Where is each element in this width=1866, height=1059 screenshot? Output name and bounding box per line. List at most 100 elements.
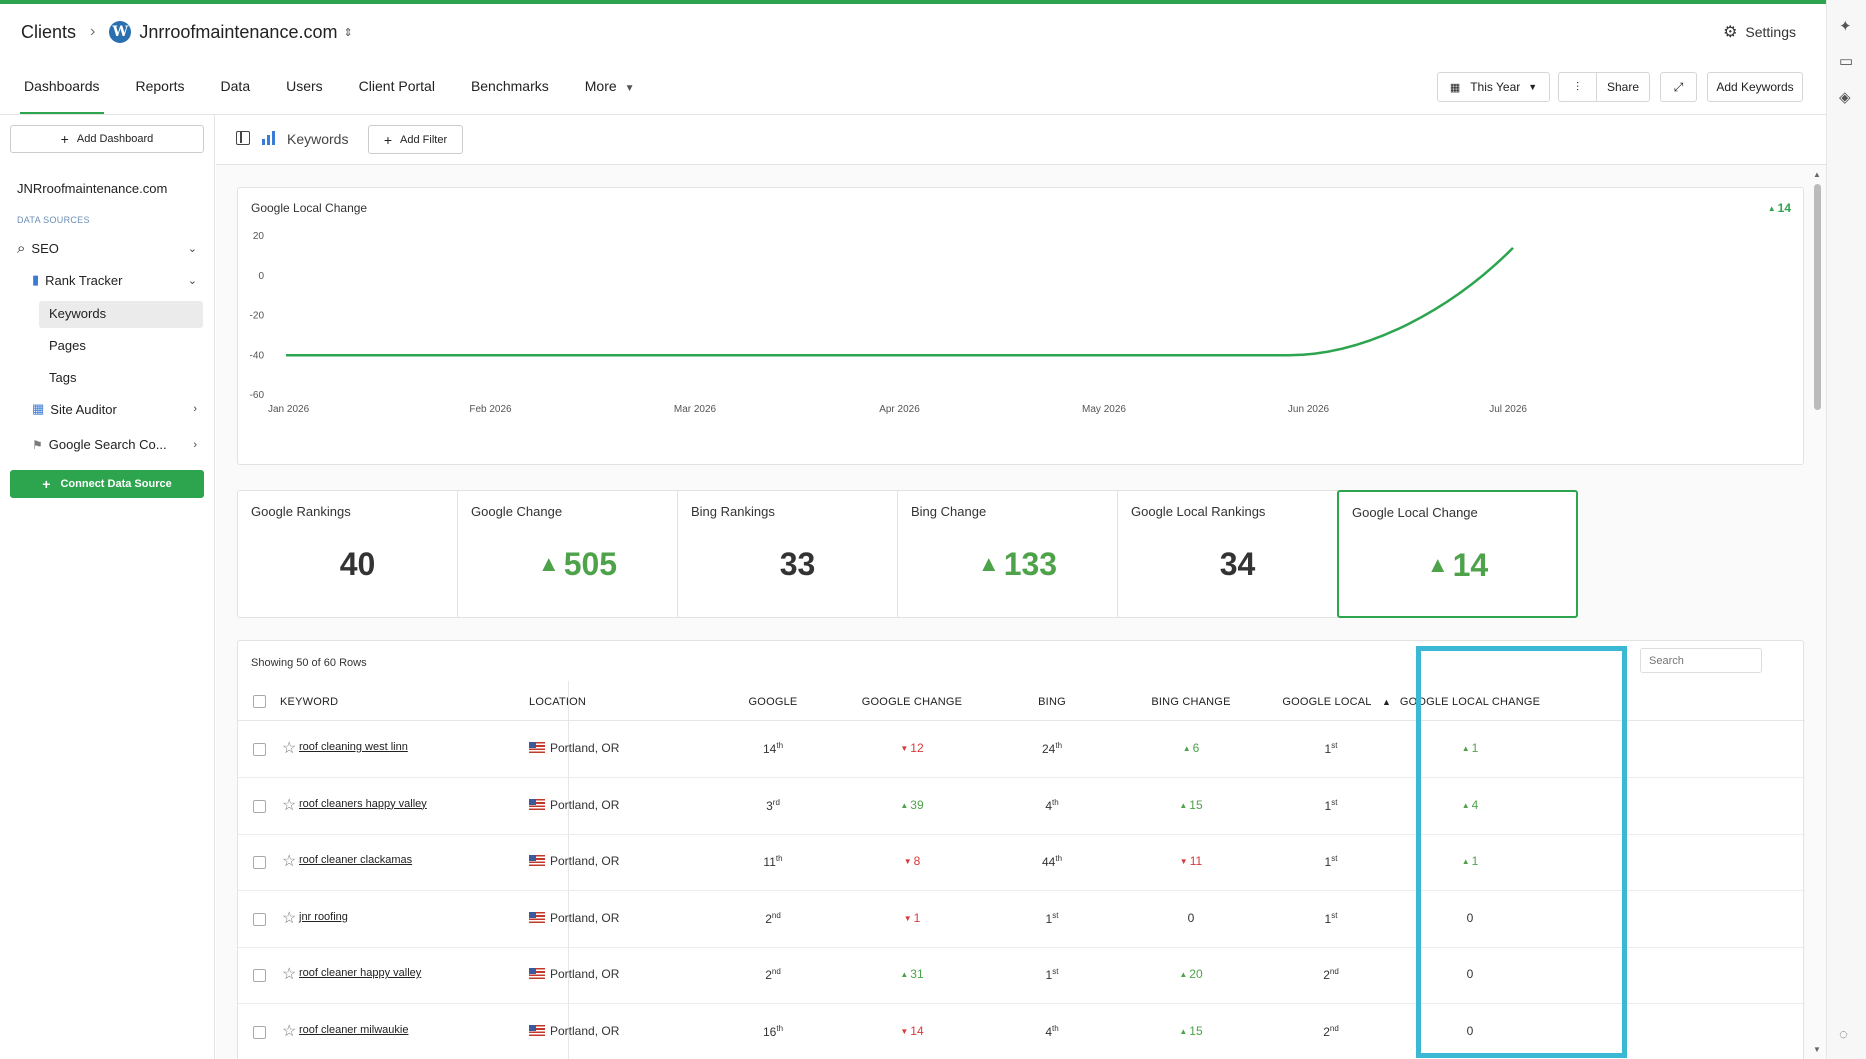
date-range-button[interactable]: ▦ This Year ▼ — [1437, 72, 1550, 102]
star-icon[interactable]: ☆ — [282, 738, 296, 758]
google-local-rank-suffix: nd — [1329, 1023, 1339, 1033]
row-checkbox[interactable] — [253, 912, 266, 926]
star-icon[interactable]: ☆ — [282, 1021, 296, 1041]
tab-client-portal[interactable]: Client Portal — [359, 68, 435, 116]
sort-asc-icon[interactable]: ▲ — [1382, 697, 1391, 707]
sliders-icon[interactable]: ⫶ — [1559, 73, 1597, 101]
th-bing[interactable]: BING — [1038, 696, 1066, 708]
row-checkbox[interactable] — [253, 743, 266, 756]
stat-card[interactable]: Google Local Rankings 34 — [1117, 490, 1358, 618]
sidebar-item-tags[interactable]: Tags — [49, 370, 76, 385]
th-google-local[interactable]: GOOGLE LOCAL — [1282, 696, 1371, 708]
star-icon[interactable]: ☆ — [282, 908, 296, 928]
table-row[interactable]: ☆ jnr roofing Portland, OR 2nd ▼ 1 1st 0 1st 0 — [238, 892, 1805, 948]
us-flag-icon — [529, 742, 545, 753]
sidebar-item-rank-tracker[interactable]: ▮ Rank Tracker ⌄ — [32, 272, 215, 288]
updown-chevron-icon[interactable]: ⇕ — [343, 26, 352, 39]
google-rank-value: 11 — [763, 855, 776, 869]
row-checkbox[interactable] — [253, 856, 266, 869]
table-row[interactable]: ☆ roof cleaner clackamas Portland, OR 11th ▼… — [238, 835, 1805, 891]
sidebar-toggle-icon[interactable] — [236, 131, 250, 145]
breadcrumb-clients[interactable]: Clients — [21, 22, 76, 43]
calendar-icon: ▦ — [32, 401, 45, 416]
sparkle-icon[interactable]: ✦ — [1839, 17, 1852, 35]
stat-card[interactable]: Google Rankings 40 — [237, 490, 478, 618]
th-google-local-change[interactable]: GOOGLE LOCAL CHANGE — [1400, 696, 1540, 708]
sidebar-site-name[interactable]: JNRroofmaintenance.com — [17, 181, 167, 196]
table-row[interactable]: ☆ roof cleaning west linn Portland, OR 14th… — [238, 722, 1805, 778]
chevron-right-icon: › — [193, 438, 197, 451]
location-text: Portland, OR — [550, 1023, 620, 1038]
select-all-checkbox[interactable] — [253, 695, 266, 708]
sidebar-item-google-search-console[interactable]: ⚑ Google Search Co... › — [32, 437, 215, 452]
keyword-link[interactable]: roof cleaning west linn — [299, 741, 408, 753]
share-button[interactable]: Share — [1597, 80, 1649, 94]
search-icon: ⌕ — [17, 240, 26, 257]
chevron-right-icon: › — [90, 23, 96, 40]
row-checkbox[interactable] — [253, 969, 266, 982]
page-title: Keywords — [287, 131, 349, 147]
keyword-link[interactable]: roof cleaner happy valley — [299, 967, 421, 979]
down-triangle-icon: ▼ — [900, 1026, 909, 1036]
google-rank: 14th — [763, 741, 783, 756]
th-bing-change[interactable]: BING CHANGE — [1151, 696, 1230, 708]
keyword-link[interactable]: roof cleaner clackamas — [299, 854, 412, 866]
keyword-link[interactable]: roof cleaner milwaukie — [299, 1024, 408, 1036]
tab-dashboards[interactable]: Dashboards — [20, 68, 103, 116]
tab-benchmarks[interactable]: Benchmarks — [471, 68, 549, 116]
stat-card[interactable]: Bing Change ▲ 133 — [897, 490, 1138, 618]
add-dashboard-button[interactable]: + Add Dashboard — [10, 125, 204, 153]
keyword-link[interactable]: roof cleaners happy valley — [299, 798, 427, 810]
site-selector[interactable]: Jnrroofmaintenance.com — [139, 22, 337, 43]
fullscreen-button[interactable]: ⤢ — [1660, 72, 1697, 102]
table-row[interactable]: ☆ roof cleaner milwaukie Portland, OR 16th ▼… — [238, 1005, 1805, 1059]
tab-reports[interactable]: Reports — [136, 68, 185, 116]
bing-rank: 4th — [1045, 1024, 1058, 1039]
row-checkbox[interactable] — [253, 799, 266, 813]
scroll-up-icon[interactable]: ▲ — [1813, 170, 1821, 179]
google-local-change-value: 1 — [1471, 854, 1479, 868]
location-cell: Portland, OR — [529, 798, 619, 812]
help-icon[interactable]: ◌ — [1839, 1026, 1848, 1043]
star-icon[interactable]: ☆ — [282, 795, 296, 815]
bing-rank-value: 4 — [1045, 1024, 1053, 1039]
table-row[interactable]: ☆ roof cleaner happy valley Portland, OR 2n… — [238, 948, 1805, 1004]
sidebar-item-keywords[interactable]: Keywords — [49, 306, 106, 321]
tab-more[interactable]: More ▼ — [585, 68, 635, 116]
tab-data[interactable]: Data — [221, 68, 251, 116]
th-location[interactable]: LOCATION — [529, 696, 586, 708]
th-google-change[interactable]: GOOGLE CHANGE — [862, 696, 962, 708]
stat-number: 40 — [339, 546, 376, 582]
tab-users[interactable]: Users — [286, 68, 323, 116]
connect-data-source-button[interactable]: + Connect Data Source — [10, 470, 204, 498]
stat-card[interactable]: Bing Rankings 33 — [677, 490, 918, 618]
scroll-thumb[interactable] — [1814, 184, 1821, 410]
location-cell: Portland, OR — [529, 854, 619, 868]
row-checkbox[interactable] — [253, 1025, 266, 1039]
y-tick-label: -20 — [250, 311, 265, 322]
inbox-icon[interactable]: ▭ — [1839, 52, 1853, 70]
scroll-down-icon[interactable]: ▼ — [1813, 1045, 1821, 1054]
layers-icon[interactable]: ◈ — [1839, 88, 1851, 106]
star-icon[interactable]: ☆ — [282, 964, 296, 984]
keyword-link[interactable]: jnr roofing — [299, 911, 348, 923]
table-search-input[interactable] — [1640, 648, 1762, 673]
th-google[interactable]: GOOGLE — [749, 696, 798, 708]
main-nav: Dashboards Reports Data Users Client Por… — [0, 68, 671, 116]
sidebar-item-pages[interactable]: Pages — [49, 338, 86, 353]
sidebar-item-site-auditor[interactable]: ▦ Site Auditor › — [32, 401, 215, 417]
scrollbar[interactable]: ▲ ▼ — [1811, 168, 1823, 1059]
google-local-change: ▲ 1 — [1462, 741, 1479, 755]
add-keywords-button[interactable]: Add Keywords — [1707, 72, 1803, 102]
add-filter-button[interactable]: + Add Filter — [368, 125, 463, 154]
stat-card[interactable]: Google Local Change ▲ 14 — [1337, 490, 1578, 618]
th-keyword[interactable]: KEYWORD — [280, 696, 338, 708]
stat-card[interactable]: Google Change ▲ 505 — [457, 490, 698, 618]
sidebar-item-seo[interactable]: ⌕ SEO ⌄ — [17, 240, 215, 257]
table-row[interactable]: ☆ roof cleaners happy valley Portland, OR 3… — [238, 779, 1805, 835]
star-icon[interactable]: ☆ — [282, 851, 296, 871]
bing-rank-suffix: th — [1055, 854, 1063, 863]
google-local-rank-value: 1 — [1324, 742, 1332, 756]
google-rank-value: 14 — [762, 742, 777, 756]
settings-button[interactable]: ⚙ Settings — [1723, 22, 1796, 42]
